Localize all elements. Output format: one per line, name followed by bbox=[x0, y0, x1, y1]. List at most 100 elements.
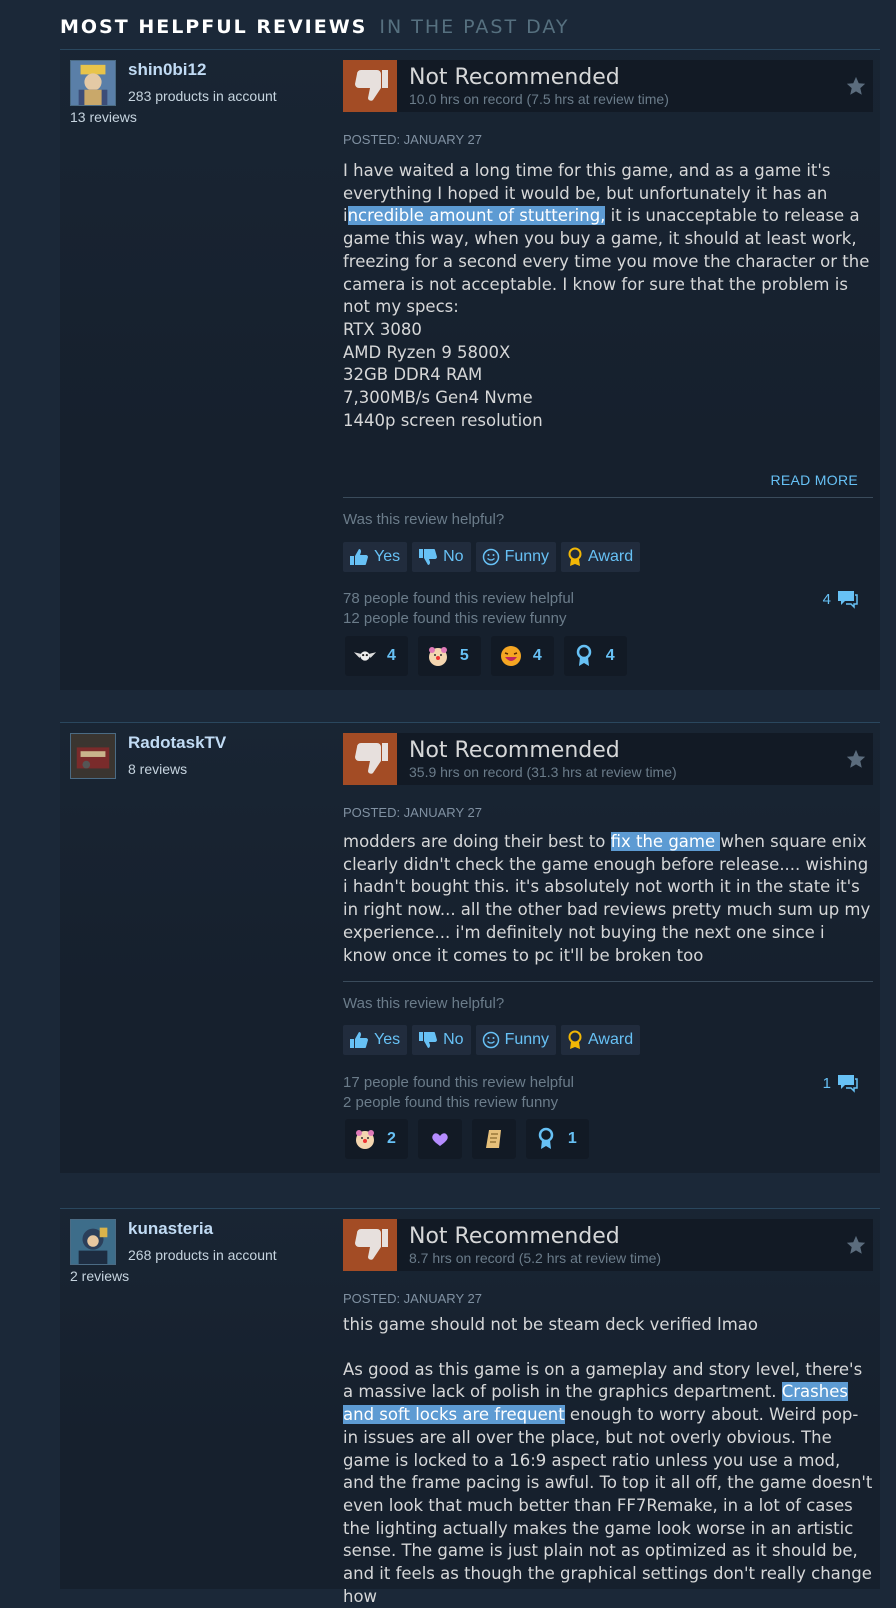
verdict-title[interactable]: Not Recommended bbox=[409, 738, 620, 763]
award-count: 2 bbox=[387, 1130, 396, 1147]
award-item[interactable]: 4 bbox=[563, 636, 627, 676]
verdict-title[interactable]: Not Recommended bbox=[409, 65, 620, 90]
verdict-title[interactable]: Not Recommended bbox=[409, 1224, 620, 1249]
thumbs-down-small-icon bbox=[419, 549, 438, 565]
thumbs-down-small-icon bbox=[419, 1032, 438, 1048]
smiley-icon bbox=[482, 1031, 499, 1049]
review-card: RadotaskTV 8 reviews Not Recommended 35.… bbox=[60, 722, 880, 1173]
section-title-main: MOST HELPFUL REVIEWS bbox=[60, 16, 368, 38]
star-icon[interactable] bbox=[845, 748, 867, 770]
reviews-count[interactable]: 2 reviews bbox=[70, 1268, 129, 1284]
vote-header[interactable]: Not Recommended 35.9 hrs on record (31.3… bbox=[343, 733, 873, 785]
comments-count: 1 bbox=[822, 1074, 831, 1092]
products-count[interactable]: 283 products in account bbox=[128, 88, 277, 104]
laughing-face-award-icon bbox=[499, 644, 523, 668]
award-button[interactable]: Award bbox=[561, 1025, 641, 1055]
award-count: 4 bbox=[532, 647, 542, 664]
star-icon[interactable] bbox=[845, 75, 867, 97]
clown-face-award-icon bbox=[426, 644, 450, 668]
thumbs-down-icon bbox=[343, 733, 397, 785]
funny-label: Funny bbox=[504, 548, 550, 565]
username[interactable]: kunasteria bbox=[128, 1219, 213, 1239]
comment-bubble-icon bbox=[838, 1075, 858, 1093]
hours-on-record: 35.9 hrs on record (31.3 hrs at review t… bbox=[409, 764, 677, 780]
hours-on-record: 8.7 hrs on record (5.2 hrs at review tim… bbox=[409, 1250, 662, 1266]
funny-count: 2 people found this review funny bbox=[343, 1094, 559, 1111]
funny-button[interactable]: Funny bbox=[475, 542, 557, 572]
award-count: 4 bbox=[387, 647, 396, 664]
award-count: 5 bbox=[459, 647, 469, 664]
review-card: shin0bi12 283 products in account 13 rev… bbox=[60, 49, 880, 690]
award-ribbon-icon bbox=[568, 1030, 582, 1049]
review-text: I have waited a long time for this game,… bbox=[343, 160, 873, 432]
thumbs-down-icon bbox=[343, 60, 397, 112]
section-title-sub: IN THE PAST DAY bbox=[379, 16, 570, 38]
avatar[interactable] bbox=[70, 60, 116, 106]
star-icon[interactable] bbox=[845, 1234, 867, 1256]
clown-face-award-icon bbox=[353, 1127, 377, 1151]
review-text-after: it is unacceptable to release a game thi… bbox=[343, 206, 870, 430]
reviews-count[interactable]: 13 reviews bbox=[70, 109, 137, 125]
review-text-highlight: ncredible amount of stuttering, bbox=[347, 206, 606, 226]
comments-link[interactable]: 1 bbox=[823, 1073, 858, 1093]
award-item[interactable]: 1 bbox=[525, 1119, 589, 1159]
divider bbox=[343, 981, 873, 982]
no-label: No bbox=[443, 548, 464, 565]
no-label: No bbox=[443, 1031, 464, 1048]
thumbs-up-icon bbox=[350, 1032, 368, 1048]
award-item[interactable] bbox=[471, 1119, 516, 1159]
helpful-question: Was this review helpful? bbox=[343, 995, 505, 1012]
review-text-highlight: fix the game bbox=[610, 832, 721, 851]
ribbon-award-icon bbox=[534, 1127, 558, 1151]
awards-row: 2 1 bbox=[345, 1119, 589, 1159]
yes-button[interactable]: Yes bbox=[343, 1025, 408, 1055]
posted-date: POSTED: JANUARY 27 bbox=[343, 1291, 482, 1306]
comments-count: 4 bbox=[822, 590, 831, 608]
vote-header[interactable]: Not Recommended 8.7 hrs on record (5.2 h… bbox=[343, 1219, 873, 1271]
funny-count: 12 people found this review funny bbox=[343, 610, 567, 627]
avatar[interactable] bbox=[70, 1219, 116, 1265]
award-button[interactable]: Award bbox=[561, 542, 641, 572]
vote-header[interactable]: Not Recommended 10.0 hrs on record (7.5 … bbox=[343, 60, 873, 112]
posted-date: POSTED: JANUARY 27 bbox=[343, 805, 482, 820]
award-item[interactable] bbox=[417, 1119, 462, 1159]
award-label: Award bbox=[588, 1031, 634, 1048]
review-stats: 78 people found this review helpful 12 p… bbox=[343, 589, 574, 629]
reviews-count[interactable]: 8 reviews bbox=[128, 761, 187, 777]
avatar[interactable] bbox=[70, 733, 116, 779]
username[interactable]: RadotaskTV bbox=[128, 733, 226, 753]
award-item[interactable]: 4 bbox=[490, 636, 554, 676]
award-item[interactable]: 2 bbox=[345, 1119, 408, 1159]
vote-buttons: Yes No Funny Award bbox=[343, 1025, 641, 1055]
vote-buttons: Yes No Funny Award bbox=[343, 542, 641, 572]
funny-button[interactable]: Funny bbox=[475, 1025, 557, 1055]
award-ribbon-icon bbox=[568, 547, 582, 566]
review-text: modders are doing their best to fix the … bbox=[343, 831, 873, 967]
products-count[interactable]: 268 products in account bbox=[128, 1247, 277, 1263]
no-button[interactable]: No bbox=[412, 1025, 471, 1055]
yes-label: Yes bbox=[374, 548, 401, 565]
review-text-after: when square enix clearly didn't check th… bbox=[343, 832, 871, 965]
heart-hands-award-icon bbox=[428, 1127, 452, 1151]
username[interactable]: shin0bi12 bbox=[128, 60, 206, 80]
review-text: this game should not be steam deck verif… bbox=[343, 1314, 873, 1608]
winged-skull-award-icon bbox=[353, 644, 377, 668]
helpful-count: 17 people found this review helpful bbox=[343, 1074, 574, 1091]
divider bbox=[343, 497, 873, 498]
awards-row: 4 5 4 4 bbox=[345, 636, 627, 676]
award-item[interactable]: 4 bbox=[345, 636, 408, 676]
award-item[interactable]: 5 bbox=[417, 636, 481, 676]
helpful-count: 78 people found this review helpful bbox=[343, 590, 574, 607]
no-button[interactable]: No bbox=[412, 542, 471, 572]
review-text-intro: this game should not be steam deck verif… bbox=[343, 1315, 759, 1334]
yes-button[interactable]: Yes bbox=[343, 542, 408, 572]
helpful-question: Was this review helpful? bbox=[343, 511, 505, 528]
comments-link[interactable]: 4 bbox=[823, 589, 858, 609]
read-more-link[interactable]: READ MORE bbox=[771, 472, 859, 488]
review-stats: 17 people found this review helpful 2 pe… bbox=[343, 1073, 574, 1113]
award-count: 1 bbox=[567, 1130, 577, 1147]
thumbs-down-icon bbox=[343, 1219, 397, 1271]
yes-label: Yes bbox=[374, 1031, 401, 1048]
scroll-award-icon bbox=[482, 1127, 506, 1151]
comment-bubble-icon bbox=[838, 591, 858, 609]
